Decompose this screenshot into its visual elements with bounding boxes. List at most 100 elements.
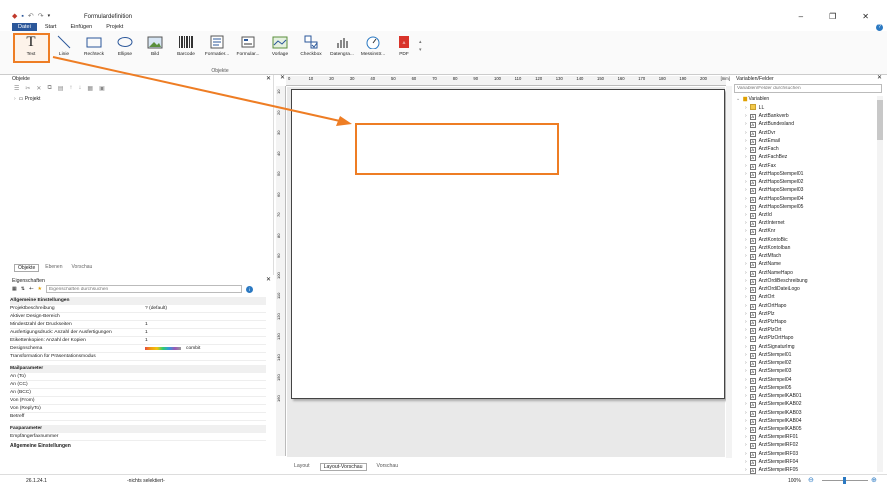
expand-icon[interactable]: › xyxy=(745,204,747,210)
expand-icon[interactable]: › xyxy=(745,451,747,457)
expand-icon[interactable]: › xyxy=(745,228,747,234)
variable-item[interactable]: › A ArztHapoStempel03 xyxy=(745,186,803,195)
variable-item[interactable]: › A ArztStempelKAB03 xyxy=(745,409,801,417)
variable-item[interactable]: › A ArztStempelKAB02 xyxy=(745,400,801,409)
variable-item[interactable]: › A ArztStempel03 xyxy=(745,367,791,376)
expand-icon[interactable]: › xyxy=(745,459,747,465)
variable-item[interactable]: › A ArztPlzOrtHapo xyxy=(745,334,793,343)
scroll-thumb[interactable] xyxy=(877,100,883,140)
variable-item[interactable]: › A ArztMfach xyxy=(745,252,781,261)
expand-icon[interactable]: › xyxy=(745,352,747,358)
expand-icon[interactable]: › xyxy=(745,327,747,333)
expand-icon[interactable]: › xyxy=(745,335,747,341)
expand-icon[interactable]: › xyxy=(745,163,747,169)
expand-icon[interactable]: › xyxy=(745,294,747,300)
tab-layout-vorschau[interactable]: Layout-Vorschau xyxy=(319,463,367,471)
variable-item[interactable]: › A ArztOrdiDateiLogo xyxy=(745,285,800,294)
variable-item[interactable]: › A ArztHapoStempel05 xyxy=(745,203,803,211)
expand-icon[interactable]: › xyxy=(745,360,747,366)
collapse-icon[interactable]: ⌄ xyxy=(736,96,740,102)
variables-root[interactable]: ⌄ ▆ Variablen xyxy=(736,96,769,102)
variable-item[interactable]: › A ArztStempelRF03 xyxy=(745,450,798,458)
expand-icon[interactable]: › xyxy=(745,245,747,251)
expand-icon[interactable]: › xyxy=(745,179,747,185)
expand-icon[interactable]: › xyxy=(745,410,747,416)
expand-icon[interactable]: › xyxy=(745,171,747,177)
zoom-slider[interactable] xyxy=(822,477,868,484)
variable-item[interactable]: › A ArztStempelRF04 xyxy=(745,458,798,466)
variables-scrollbar[interactable] xyxy=(877,96,883,472)
variable-item[interactable]: › A ArztInternet xyxy=(745,219,785,228)
variable-item[interactable]: › A ArztName xyxy=(745,260,781,269)
variable-item[interactable]: › A ArztOrt xyxy=(745,293,775,302)
zoom-slider-thumb[interactable] xyxy=(843,477,846,484)
variable-item[interactable]: › A ArztFach xyxy=(745,145,779,154)
variable-item[interactable]: › A ArztOrdiBeschreibung xyxy=(745,277,808,285)
variables-search-input[interactable] xyxy=(734,84,882,93)
expand-icon[interactable]: › xyxy=(745,278,747,284)
variable-item[interactable]: › A ArztStempel02 xyxy=(745,359,791,368)
expand-icon[interactable]: › xyxy=(745,385,747,391)
expand-icon[interactable]: › xyxy=(745,319,747,325)
variable-item[interactable]: › A ArztSignaturImg xyxy=(745,343,795,351)
variable-item[interactable]: › A ArztHapoStempel02 xyxy=(745,178,803,187)
variable-item[interactable]: › A ArztStempelRF01 xyxy=(745,433,798,442)
expand-icon[interactable]: › xyxy=(745,418,747,424)
variable-item[interactable]: › A ArztStempel04 xyxy=(745,376,791,384)
expand-icon[interactable]: › xyxy=(745,113,747,119)
expand-icon[interactable]: › xyxy=(745,237,747,243)
expand-icon[interactable]: › xyxy=(745,130,747,136)
variable-item[interactable]: › A ArztStempel05 xyxy=(745,384,791,392)
expand-icon[interactable]: › xyxy=(745,121,747,127)
zoom-out-icon[interactable]: ⊖ xyxy=(808,476,814,484)
expand-icon[interactable]: › xyxy=(745,303,747,309)
variables-panel-close-icon[interactable]: ✕ xyxy=(877,74,882,81)
variable-item[interactable]: › LL xyxy=(745,104,764,112)
expand-icon[interactable]: › xyxy=(745,434,747,440)
expand-icon[interactable]: › xyxy=(745,196,747,202)
variable-item[interactable]: › A ArztId xyxy=(745,211,772,219)
tab-layout[interactable]: Layout xyxy=(294,463,310,471)
canvas-scrollbar[interactable] xyxy=(726,86,732,458)
expand-icon[interactable]: › xyxy=(745,253,747,259)
variable-item[interactable]: › A ArztNameHapo xyxy=(745,269,793,277)
expand-icon[interactable]: › xyxy=(745,261,747,267)
variable-item[interactable]: › A ArztKontoBic xyxy=(745,236,788,244)
variable-item[interactable]: › A ArztFax xyxy=(745,162,776,170)
variable-item[interactable]: › A ArztEmail xyxy=(745,137,780,145)
expand-icon[interactable]: › xyxy=(745,105,747,111)
expand-icon[interactable]: › xyxy=(745,138,747,144)
variable-item[interactable]: › A ArztStempel01 xyxy=(745,351,791,359)
expand-icon[interactable]: › xyxy=(745,393,747,399)
variable-item[interactable]: › A ArztBundesland xyxy=(745,120,794,129)
expand-icon[interactable]: › xyxy=(745,344,747,350)
variable-item[interactable]: › A ArztFachBez xyxy=(745,153,787,162)
variable-item[interactable]: › A ArztOrtHapo xyxy=(745,302,786,310)
expand-icon[interactable]: › xyxy=(745,146,747,152)
variable-item[interactable]: › A ArztHapoStempel04 xyxy=(745,195,803,203)
expand-icon[interactable]: › xyxy=(745,270,747,276)
expand-icon[interactable]: › xyxy=(745,467,747,473)
variable-item[interactable]: › A ArztDvr xyxy=(745,129,775,137)
variable-item[interactable]: › A ArztPlzOrt xyxy=(745,326,781,335)
tab-vorschau-canvas[interactable]: Vorschau xyxy=(377,463,399,471)
expand-icon[interactable]: › xyxy=(745,187,747,193)
variable-item[interactable]: › A ArztKnr xyxy=(745,227,775,236)
expand-icon[interactable]: › xyxy=(745,368,747,374)
variable-item[interactable]: › A ArztHapoStempel01 xyxy=(745,170,803,178)
variable-item[interactable]: › A ArztBankverb xyxy=(745,112,789,121)
variable-item[interactable]: › A ArztStempelKAB04 xyxy=(745,417,801,425)
expand-icon[interactable]: › xyxy=(745,154,747,160)
expand-icon[interactable]: › xyxy=(745,311,747,317)
expand-icon[interactable]: › xyxy=(745,426,747,432)
expand-icon[interactable]: › xyxy=(745,212,747,218)
expand-icon[interactable]: › xyxy=(745,286,747,292)
variable-item[interactable]: › A ArztStempelRF02 xyxy=(745,441,798,450)
expand-icon[interactable]: › xyxy=(745,401,747,407)
variable-item[interactable]: › A ArztPlzHapo xyxy=(745,318,786,326)
variable-item[interactable]: › A ArztPlz xyxy=(745,310,775,318)
variable-item[interactable]: › A ArztStempelKAB01 xyxy=(745,392,801,401)
variable-item[interactable]: › A ArztStempelKAB05 xyxy=(745,425,801,433)
expand-icon[interactable]: › xyxy=(745,442,747,448)
zoom-in-icon[interactable]: ⊕ xyxy=(871,476,877,484)
